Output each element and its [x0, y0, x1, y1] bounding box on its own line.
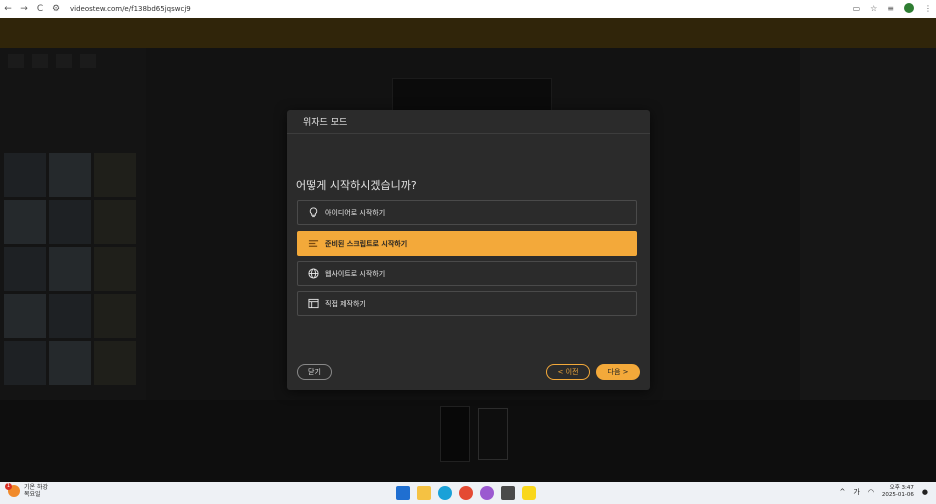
wifi-icon[interactable]: ◠ — [868, 488, 874, 496]
profile-avatar[interactable] — [904, 3, 914, 13]
file-explorer-icon[interactable] — [417, 486, 431, 500]
app-icon[interactable] — [501, 486, 515, 500]
kakaotalk-icon[interactable] — [522, 486, 536, 500]
taskbar: 1 기온 하강 목요일 ^ 가 ◠ 오후 3:47 2025-01-06 ● — [0, 482, 936, 504]
lightbulb-icon — [309, 207, 318, 218]
globe-icon — [308, 268, 319, 279]
clock-time: 오후 3:47 — [889, 485, 914, 491]
close-button[interactable]: 닫기 — [297, 364, 332, 380]
site-info-icon[interactable]: ⚙ — [48, 4, 64, 14]
ime-indicator[interactable]: 가 — [853, 487, 859, 497]
option-label: 아이디어로 시작하기 — [325, 208, 386, 217]
notification-bell-icon[interactable]: ● — [922, 488, 928, 496]
cast-icon[interactable]: ▭ — [853, 4, 861, 13]
option-website[interactable]: 웹사이트로 시작하기 — [297, 261, 637, 286]
modal-title: 위자드 모드 — [287, 110, 650, 134]
script-icon — [308, 240, 319, 247]
address-bar[interactable]: videostew.com/e/f138bd65jqswcj9 — [70, 5, 191, 13]
option-manual[interactable]: 직접 제작하기 — [297, 291, 637, 316]
browser-toolbar: ← → C ⚙ videostew.com/e/f138bd65jqswcj9 … — [0, 0, 936, 18]
weather-text: 기온 하강 — [24, 484, 48, 491]
tab-search-icon[interactable]: ≡ — [887, 4, 894, 13]
option-label: 준비된 스크립트로 시작하기 — [325, 239, 408, 248]
tray-chevron-icon[interactable]: ^ — [839, 488, 845, 496]
option-label: 웹사이트로 시작하기 — [325, 269, 386, 278]
copilot-icon[interactable] — [480, 486, 494, 500]
option-idea[interactable]: 아이디어로 시작하기 — [297, 200, 637, 225]
option-label: 직접 제작하기 — [325, 299, 366, 308]
clock-date: 2025-01-06 — [881, 492, 914, 498]
weather-widget[interactable]: 1 기온 하강 목요일 — [5, 483, 48, 498]
prev-button[interactable]: < 이전 — [546, 364, 590, 380]
forward-button[interactable]: → — [16, 4, 32, 14]
wizard-modal: 위자드 모드 어떻게 시작하시겠습니까? 아이디어로 시작하기 준비된 스크립트… — [287, 110, 650, 390]
clock[interactable]: 오후 3:47 2025-01-06 — [882, 485, 914, 499]
notification-badge: 1 — [5, 483, 12, 490]
start-icon[interactable] — [396, 486, 410, 500]
layout-icon — [308, 298, 319, 309]
chrome-icon[interactable] — [459, 486, 473, 500]
next-button[interactable]: 다음 > — [596, 364, 640, 380]
menu-kebab-icon[interactable]: ⋮ — [924, 4, 932, 13]
edge-icon[interactable] — [438, 486, 452, 500]
weather-icon: 1 — [5, 483, 20, 497]
option-script[interactable]: 준비된 스크립트로 시작하기 — [297, 231, 637, 256]
back-button[interactable]: ← — [0, 4, 16, 14]
weather-day: 목요일 — [24, 491, 41, 498]
reload-button[interactable]: C — [32, 4, 48, 14]
modal-question: 어떻게 시작하시겠습니까? — [296, 179, 417, 192]
bookmark-star-icon[interactable]: ☆ — [870, 4, 877, 13]
